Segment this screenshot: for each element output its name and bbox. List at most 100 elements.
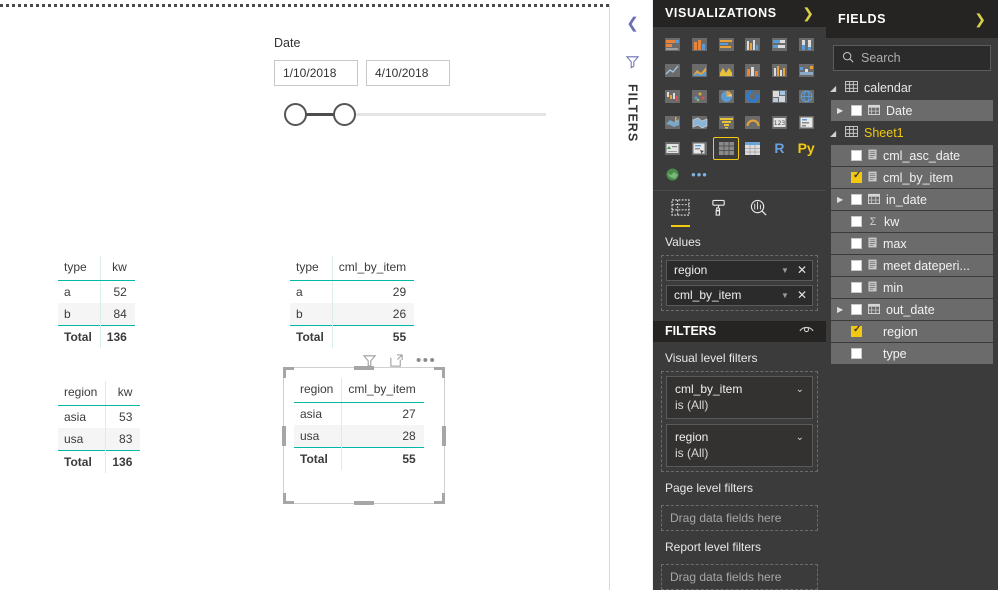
field-checkbox[interactable] (851, 260, 862, 271)
field-checkbox[interactable] (851, 238, 862, 249)
line-stacked-column-chart-icon[interactable] (740, 59, 766, 82)
values-well[interactable]: region ▼ ✕ cml_by_item ▼ ✕ (661, 255, 818, 311)
funnel-chart-icon[interactable] (713, 111, 739, 134)
chevron-right-icon[interactable]: ❯ (802, 5, 814, 22)
arcgis-map-icon[interactable] (660, 163, 686, 186)
slicer-icon[interactable] (687, 137, 713, 160)
selected-visual-region-cml-by-item[interactable]: region cml_by_item asia 27 usa 28 Total … (283, 367, 445, 504)
column-header[interactable]: kw (100, 256, 135, 281)
slicer-end-date-input[interactable]: 4/10/2018 (366, 60, 450, 86)
eye-icon[interactable] (799, 324, 814, 338)
remove-field-icon[interactable]: ✕ (797, 263, 807, 277)
field-item-out-date[interactable]: ▶ out_date (831, 299, 993, 320)
table-row[interactable]: a 52 (58, 281, 135, 304)
slider-handle-start[interactable] (284, 103, 307, 126)
chevron-down-icon[interactable]: ▼ (781, 266, 789, 275)
filter-card[interactable]: region ⌄ is (All) (666, 424, 813, 467)
resize-handle-top-right[interactable] (434, 367, 445, 378)
column-header[interactable]: kw (106, 381, 141, 406)
pie-chart-icon[interactable] (713, 85, 739, 108)
line-chart-icon[interactable] (660, 59, 686, 82)
fields-table-calendar[interactable]: ◢ calendar (826, 77, 998, 99)
table-visual-region-kw[interactable]: region kw asia 53 usa 83 Total 136 (58, 381, 140, 473)
filled-map-icon[interactable] (660, 111, 686, 134)
field-checkbox[interactable] (851, 194, 862, 205)
column-header[interactable]: region (58, 381, 106, 406)
fields-table-sheet1[interactable]: ◢ Sheet1 (826, 122, 998, 144)
card-icon[interactable]: 123 (767, 111, 793, 134)
100-stacked-column-chart-icon[interactable] (793, 33, 819, 56)
more-options-icon[interactable]: ••• (416, 356, 436, 366)
column-header[interactable]: region (294, 378, 342, 403)
field-checkbox[interactable] (851, 150, 862, 161)
line-clustered-column-chart-icon[interactable] (767, 59, 793, 82)
multi-row-card-icon[interactable] (793, 111, 819, 134)
field-checkbox[interactable] (851, 326, 862, 337)
date-slicer[interactable]: Date 1/10/2018 4/10/2018 (274, 36, 546, 128)
python-visual-icon[interactable]: Py (793, 137, 819, 160)
resize-handle-right[interactable] (442, 426, 446, 446)
field-item-kw[interactable]: Σ kw (831, 211, 993, 232)
map-icon[interactable] (793, 85, 819, 108)
column-header[interactable]: cml_by_item (342, 378, 424, 403)
shape-map-icon[interactable] (687, 111, 713, 134)
table-visual-type-cml-by-item[interactable]: type cml_by_item a 29 b 26 Total 55 (290, 256, 414, 348)
fields-tab[interactable] (671, 199, 690, 227)
visual-type-gallery[interactable]: 123 R Py ••• (653, 27, 826, 190)
table-icon[interactable] (740, 137, 766, 160)
triangle-expanded-icon[interactable]: ◢ (830, 84, 839, 93)
field-checkbox[interactable] (851, 105, 862, 116)
values-field-chip[interactable]: region ▼ ✕ (666, 260, 813, 281)
table-row[interactable]: asia 53 (58, 406, 140, 429)
scatter-chart-icon[interactable] (687, 85, 713, 108)
page-level-filters-dropzone[interactable]: Drag data fields here (661, 505, 818, 531)
triangle-expanded-icon[interactable]: ◢ (830, 129, 839, 138)
table-visual-type-kw[interactable]: type kw a 52 b 84 Total 136 (58, 256, 135, 348)
visualizations-panel[interactable]: VISUALIZATIONS ❯ (653, 0, 826, 590)
gauge-chart-icon[interactable] (740, 111, 766, 134)
treemap-icon[interactable] (767, 85, 793, 108)
field-item-cml-asc-date[interactable]: cml_asc_date (831, 145, 993, 166)
search-input[interactable]: Search (833, 45, 991, 71)
field-item-meet-dateperiod[interactable]: meet dateperi... (831, 255, 993, 276)
values-field-chip[interactable]: cml_by_item ▼ ✕ (666, 285, 813, 306)
column-header[interactable]: cml_by_item (332, 256, 414, 281)
table-row[interactable]: usa 28 (294, 425, 424, 448)
report-canvas[interactable]: Date 1/10/2018 4/10/2018 type kw a (0, 0, 613, 590)
column-header[interactable]: type (58, 256, 100, 281)
r-script-visual-icon[interactable]: R (767, 137, 793, 160)
stacked-area-chart-icon[interactable] (713, 59, 739, 82)
chevron-right-icon[interactable]: ❯ (974, 11, 986, 28)
field-checkbox[interactable] (851, 348, 862, 359)
stacked-bar-chart-icon[interactable] (660, 33, 686, 56)
resize-handle-bottom-left[interactable] (283, 493, 294, 504)
100-stacked-bar-chart-icon[interactable] (767, 33, 793, 56)
slider-handle-end[interactable] (333, 103, 356, 126)
field-checkbox[interactable] (851, 216, 862, 227)
ribbon-chart-icon[interactable] (793, 59, 819, 82)
clustered-column-chart-icon[interactable] (740, 33, 766, 56)
field-item-date[interactable]: ▶ Date (831, 100, 993, 121)
resize-handle-bottom[interactable] (354, 501, 374, 505)
remove-field-icon[interactable]: ✕ (797, 288, 807, 302)
filters-rail-collapsed[interactable]: ❮ FILTERS (613, 0, 653, 590)
table-row[interactable]: b 26 (290, 303, 414, 326)
fields-panel[interactable]: FIELDS ❯ Search ◢ calendar ▶ Date (826, 0, 998, 590)
report-level-filters-dropzone[interactable]: Drag data fields here (661, 564, 818, 590)
filter-card[interactable]: cml_by_item ⌄ is (All) (666, 376, 813, 419)
field-item-cml-by-item[interactable]: cml_by_item (831, 167, 993, 188)
format-tab[interactable] (710, 199, 729, 227)
resize-handle-bottom-right[interactable] (434, 493, 445, 504)
table-row[interactable]: usa 83 (58, 428, 140, 451)
field-item-region[interactable]: region (831, 321, 993, 342)
visualizations-header[interactable]: VISUALIZATIONS ❯ (653, 0, 826, 27)
field-checkbox[interactable] (851, 172, 862, 183)
chevron-left-icon[interactable]: ❮ (626, 14, 639, 32)
visual-level-filters-well[interactable]: cml_by_item ⌄ is (All) region ⌄ is (All) (661, 371, 818, 472)
filters-section-header[interactable]: FILTERS (653, 321, 826, 342)
chevron-down-icon[interactable]: ⌄ (796, 384, 804, 395)
table-row[interactable]: asia 27 (294, 403, 424, 426)
slicer-start-date-input[interactable]: 1/10/2018 (274, 60, 358, 86)
clustered-bar-chart-icon[interactable] (713, 33, 739, 56)
stacked-column-chart-icon[interactable] (687, 33, 713, 56)
